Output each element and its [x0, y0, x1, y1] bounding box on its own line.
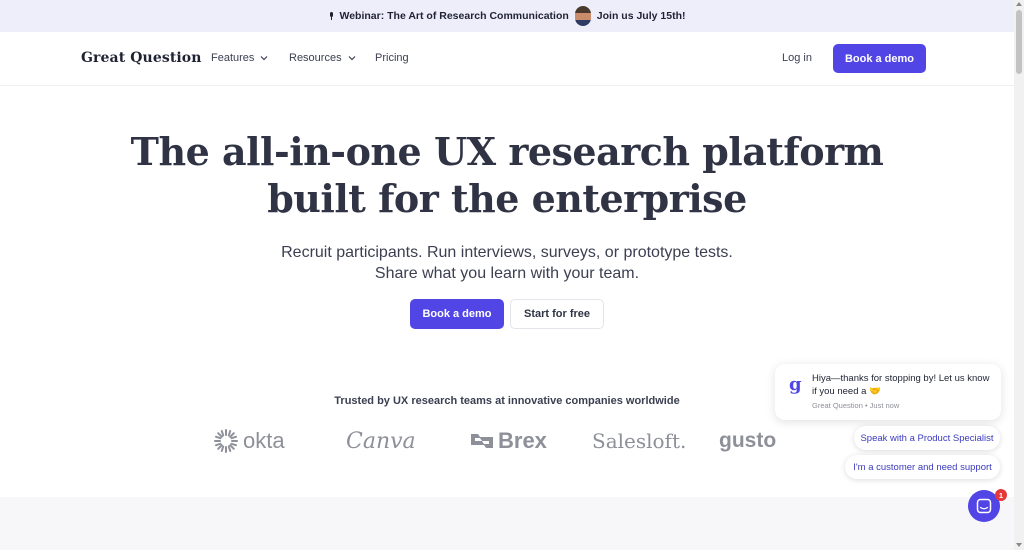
hero-title-line-2: built for the enterprise: [267, 176, 747, 221]
brex-logo-text: Brex: [498, 428, 547, 453]
chat-message-meta: Great Question • Just now: [812, 401, 900, 410]
chat-bubble-icon: [976, 498, 992, 514]
salesloft-logo: Salesloft.: [592, 429, 687, 453]
nav-pricing-label: Pricing: [375, 52, 409, 64]
hero-subtitle: Recruit participants. Run interviews, su…: [0, 242, 1014, 284]
main-navigation: Great Question Features Resources Pricin…: [0, 32, 1014, 86]
speak-specialist-chip[interactable]: Speak with a Product Specialist: [854, 426, 1000, 450]
hero-title-line-1: The all-in-one UX research platform: [130, 129, 884, 174]
logo[interactable]: Great Question: [81, 50, 202, 66]
next-section-band: [0, 497, 1014, 550]
scroll-down-arrow-icon[interactable]: [1015, 542, 1023, 548]
chevron-down-icon: [260, 56, 268, 61]
banner-date-text: Join us July 15th!: [596, 10, 686, 22]
okta-sunburst-icon: [214, 429, 238, 453]
nav-features[interactable]: Features: [211, 52, 268, 64]
nav-resources[interactable]: Resources: [289, 52, 356, 64]
book-demo-button[interactable]: Book a demo: [410, 299, 504, 329]
chat-sender: Great Question: [812, 401, 863, 410]
banner-webinar-text: Webinar: The Art of Research Communicati…: [339, 10, 569, 22]
brex-mark-icon: [471, 434, 493, 448]
chat-time: Just now: [869, 401, 900, 410]
hero-title: The all-in-one UX research platform buil…: [0, 128, 1014, 222]
unread-badge: 1: [995, 489, 1007, 501]
nav-features-label: Features: [211, 52, 255, 64]
brex-logo: Brex: [469, 425, 547, 457]
nav-pricing[interactable]: Pricing: [375, 52, 409, 64]
canva-logo: Canva: [346, 428, 416, 454]
book-demo-nav-button[interactable]: Book a demo: [833, 44, 926, 73]
chevron-down-icon: [348, 56, 356, 61]
scrollbar-track[interactable]: [1014, 0, 1024, 550]
okta-logo: okta: [213, 425, 285, 457]
nav-resources-label: Resources: [289, 52, 342, 64]
okta-logo-text: okta: [243, 428, 285, 453]
login-link[interactable]: Log in: [782, 52, 812, 64]
gusto-logo: gusto: [719, 429, 777, 452]
hero-subtitle-line-1: Recruit participants. Run interviews, su…: [281, 244, 733, 261]
hero-subtitle-line-2: Share what you learn with your team.: [374, 265, 640, 282]
chat-message-text: Hiya—thanks for stopping by! Let us know…: [812, 373, 990, 397]
customer-support-chip[interactable]: I'm a customer and need support: [845, 455, 1000, 479]
start-free-button[interactable]: Start for free: [510, 299, 604, 329]
scroll-up-arrow-icon[interactable]: [1015, 1, 1023, 7]
chat-avatar: g: [789, 374, 802, 395]
microphone-icon: [329, 12, 333, 20]
announcement-banner[interactable]: Webinar: The Art of Research Communicati…: [0, 0, 1014, 32]
speaker-avatar: [574, 6, 591, 26]
scrollbar-thumb[interactable]: [1016, 10, 1022, 74]
